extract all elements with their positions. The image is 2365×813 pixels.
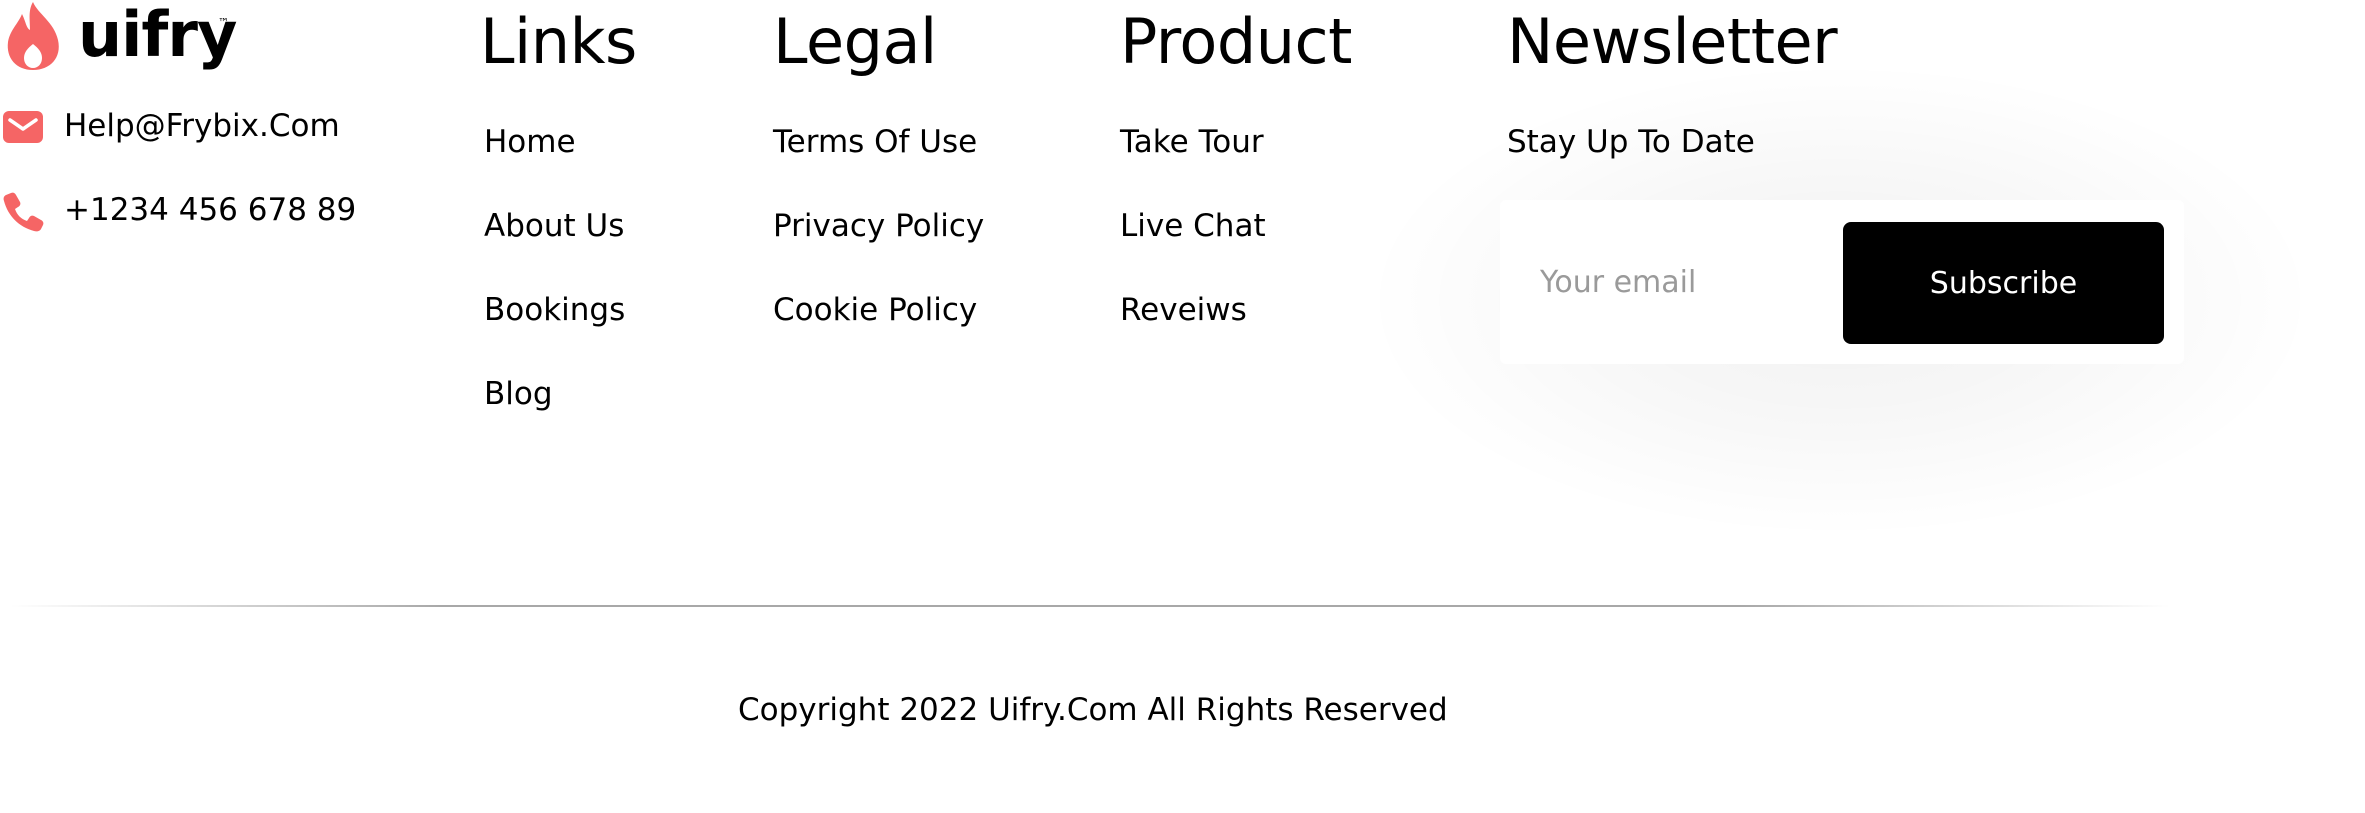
links-heading: Links: [480, 5, 637, 78]
footer-link-bookings[interactable]: Bookings: [484, 290, 625, 330]
footer-link-cookie[interactable]: Cookie Policy: [773, 290, 977, 330]
newsletter-heading: Newsletter: [1507, 5, 1838, 78]
footer-link-live-chat[interactable]: Live Chat: [1120, 206, 1266, 246]
phone-icon: [3, 192, 44, 232]
trademark: ™: [218, 16, 229, 29]
newsletter-subtitle: Stay Up To Date: [1507, 124, 1755, 160]
phone-link[interactable]: +1234 456 678 89: [64, 190, 356, 230]
copyright-text: Copyright 2022 Uifry.Com All Rights Rese…: [738, 692, 1448, 728]
email-input[interactable]: [1540, 260, 1800, 304]
flame-icon: [7, 2, 59, 70]
subscribe-button[interactable]: Subscribe: [1843, 222, 2164, 344]
legal-heading: Legal: [773, 5, 937, 78]
footer-link-about-us[interactable]: About Us: [484, 206, 624, 246]
footer-link-reviews[interactable]: Reveiws: [1120, 290, 1247, 330]
footer-link-privacy[interactable]: Privacy Policy: [773, 206, 984, 246]
footer-link-take-tour[interactable]: Take Tour: [1120, 122, 1264, 162]
footer-link-home[interactable]: Home: [484, 122, 576, 162]
product-heading: Product: [1120, 5, 1352, 78]
mail-icon: [3, 111, 43, 143]
footer-divider: [10, 605, 2170, 607]
brand-name: uifry: [78, 0, 237, 71]
footer-link-terms[interactable]: Terms Of Use: [773, 122, 977, 162]
footer-link-blog[interactable]: Blog: [484, 374, 553, 414]
email-link[interactable]: Help@Frybix.Com: [64, 106, 340, 146]
